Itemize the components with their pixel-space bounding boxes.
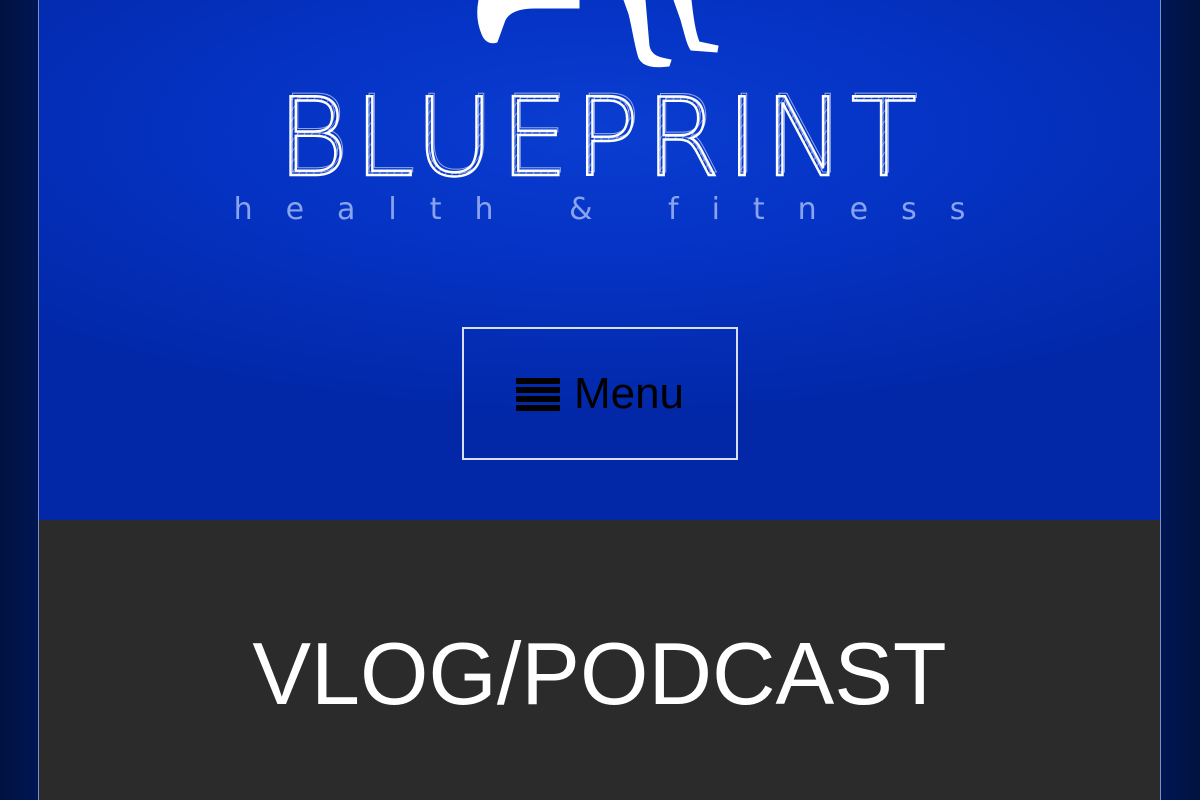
brand-wordmark-sketch: BLUEPRINT <box>279 73 925 198</box>
hamburger-icon <box>515 377 560 412</box>
pushup-figure-icon <box>477 0 719 68</box>
menu-button-label: Menu <box>573 368 685 418</box>
site-logo[interactable]: BLUEPRINT BLUEPRINT BLUEPRINT health & f… <box>39 0 1160 240</box>
page-title: VLOG/PODCAST <box>252 624 947 723</box>
menu-button[interactable]: Menu <box>462 327 738 460</box>
site-tagline: health & fitness <box>233 192 999 227</box>
page-background: BLUEPRINT BLUEPRINT BLUEPRINT health & f… <box>0 0 1200 800</box>
site-header: BLUEPRINT BLUEPRINT BLUEPRINT health & f… <box>39 0 1160 520</box>
site-container: BLUEPRINT BLUEPRINT BLUEPRINT health & f… <box>38 0 1161 800</box>
main-content: VLOG/PODCAST <box>39 520 1160 800</box>
